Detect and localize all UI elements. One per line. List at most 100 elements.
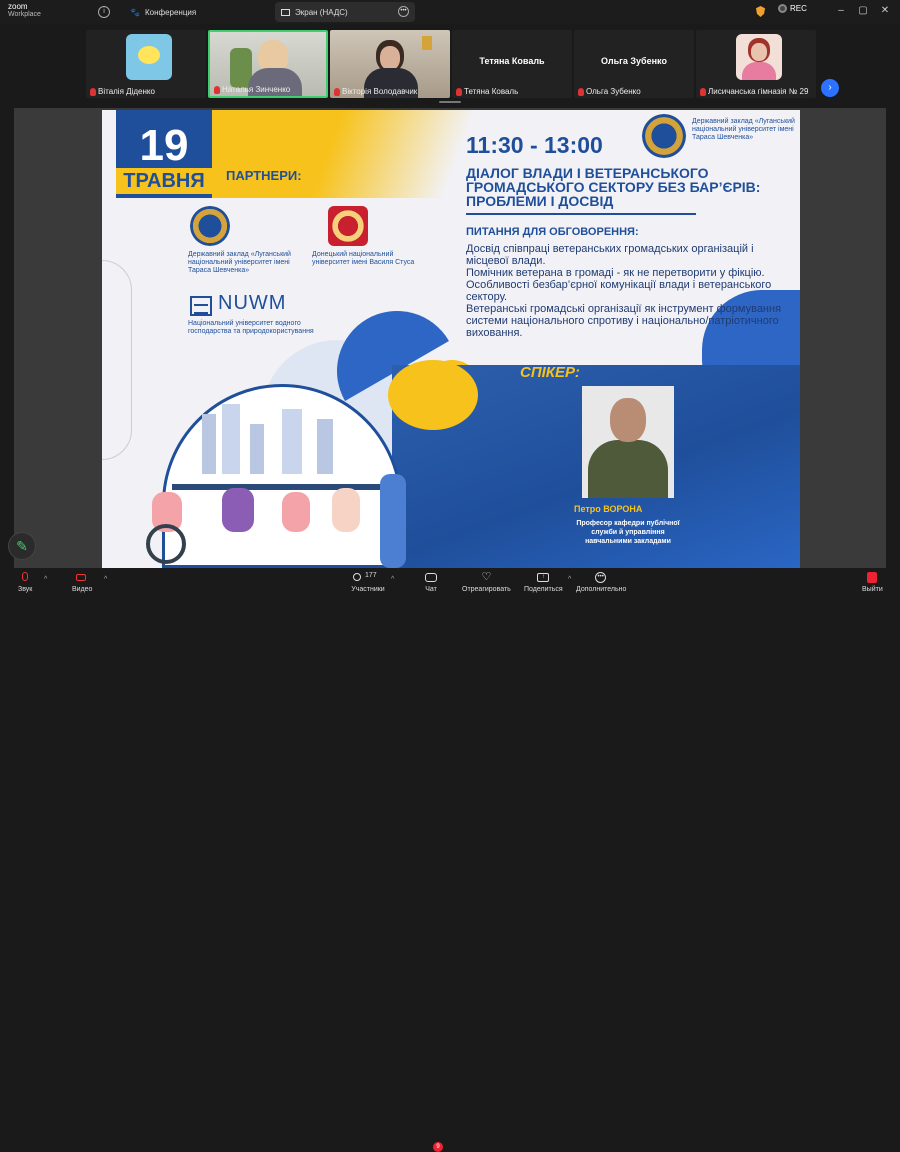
record-icon bbox=[778, 4, 787, 13]
share-chevron-icon[interactable]: ^ bbox=[568, 576, 571, 583]
tab-more-icon[interactable]: ••• bbox=[398, 6, 409, 17]
rec-label: REC bbox=[790, 4, 807, 13]
resize-handle[interactable] bbox=[439, 101, 461, 103]
participant-strip: Віталія Діденко Наталья Зинченко Вікторі… bbox=[0, 24, 900, 102]
heart-icon: ♡ bbox=[481, 571, 492, 583]
donetsk-university-logo bbox=[328, 206, 368, 246]
nuwm-logo-icon bbox=[190, 296, 212, 316]
date-month: ТРАВНЯ bbox=[116, 168, 212, 194]
luhansk-university-logo bbox=[190, 206, 230, 246]
mic-muted-icon bbox=[214, 85, 220, 94]
logo-text-workplace: Workplace bbox=[8, 11, 41, 18]
topic-item: Ветеранські громадські організації як ін… bbox=[466, 303, 782, 339]
share-screen-icon: ↑ bbox=[536, 572, 550, 584]
video-label: Видео bbox=[72, 586, 93, 593]
nuwm-logo-text: NUWM bbox=[218, 292, 287, 314]
date-day: 19 bbox=[139, 121, 189, 170]
avatar bbox=[736, 34, 782, 80]
meeting-info-icon[interactable]: i bbox=[98, 6, 110, 18]
audio-label: Звук bbox=[18, 586, 33, 593]
partner-2-name: Донецький національний університет імені… bbox=[312, 251, 415, 266]
title-underline bbox=[466, 213, 696, 215]
participant-name: Вікторія Володавчик bbox=[334, 87, 417, 96]
team-illustration bbox=[142, 384, 406, 568]
more-icon: ••• bbox=[594, 572, 608, 584]
participant-display-name: Тетяна Коваль bbox=[479, 56, 545, 66]
mic-muted-icon bbox=[90, 87, 96, 96]
participant-name: Ольга Зубенко bbox=[578, 87, 641, 96]
participant-tile[interactable]: Тетяна Коваль Тетяна Коваль bbox=[452, 30, 572, 98]
close-icon[interactable]: ✕ bbox=[878, 4, 892, 18]
mic-muted-icon bbox=[456, 87, 462, 96]
date-badge: 19 ТРАВНЯ bbox=[116, 110, 212, 198]
participant-tile[interactable]: Віталія Діденко bbox=[86, 30, 206, 98]
header-yellow-band bbox=[210, 110, 510, 198]
more-label: Дополнительно bbox=[576, 586, 627, 593]
audio-button[interactable]: Звук bbox=[18, 572, 32, 593]
video-options-chevron-icon[interactable]: ^ bbox=[104, 576, 107, 583]
tab-conference[interactable]: 🐾 Конференция bbox=[130, 3, 196, 21]
participants-label: Участники bbox=[351, 586, 385, 593]
participant-name: Наталья Зинченко bbox=[214, 85, 290, 94]
leave-label: Выйти bbox=[862, 586, 883, 593]
security-shield-icon[interactable] bbox=[756, 6, 765, 17]
participants-button[interactable]: 177 Участники bbox=[350, 572, 386, 593]
participant-tile[interactable]: Лисичанська гімназія № 29 bbox=[696, 30, 816, 98]
topic-item: Досвід співпраці ветеранських громадськи… bbox=[466, 243, 754, 267]
event-time: 11:30 - 13:00 bbox=[466, 132, 603, 158]
topic-item: Особливості безбар’єрної комунікації вла… bbox=[466, 279, 772, 303]
tab-screen-label: Экран (НАДС) bbox=[295, 7, 348, 17]
partner-3-name: Національний університет водного господа… bbox=[188, 320, 314, 335]
react-button[interactable]: ♡ Отреагировать bbox=[462, 571, 511, 594]
video-button[interactable]: Видео bbox=[72, 572, 92, 593]
participants-chevron-icon[interactable]: ^ bbox=[391, 576, 394, 583]
avatar bbox=[126, 34, 172, 80]
participant-name: Віталія Діденко bbox=[90, 87, 155, 96]
zoom-logo: zoom Workplace bbox=[8, 3, 41, 19]
share-button[interactable]: ↑ Поделиться bbox=[524, 572, 563, 593]
speaker-heading: СПІКЕР: bbox=[520, 364, 580, 381]
event-title: ДІАЛОГ ВЛАДИ І ВЕТЕРАНСЬКОГО ГРОМАДСЬКОГ… bbox=[466, 165, 761, 209]
chat-icon bbox=[424, 572, 438, 584]
mic-muted-icon bbox=[334, 87, 340, 96]
audio-options-chevron-icon[interactable]: ^ bbox=[44, 576, 47, 583]
recording-indicator[interactable]: REC bbox=[778, 4, 807, 13]
minimize-icon[interactable]: – bbox=[834, 4, 848, 18]
partners-title: ПАРТНЕРИ: bbox=[226, 168, 302, 183]
logo-text-zoom: zoom bbox=[8, 2, 28, 11]
header-org-name: Державний заклад «Луганський національни… bbox=[692, 118, 795, 141]
chat-button[interactable]: Чат bbox=[424, 572, 438, 593]
annotate-pen-button[interactable]: ✎ bbox=[8, 532, 36, 560]
tab-conference-label: Конференция bbox=[144, 7, 197, 17]
speaker-name: Петро ВОРОНА bbox=[574, 504, 643, 514]
paw-icon: 🐾 bbox=[130, 7, 140, 17]
maximize-icon[interactable]: ▢ bbox=[856, 4, 870, 18]
leave-button[interactable]: Выйти bbox=[862, 572, 883, 593]
decor-lines bbox=[102, 260, 132, 460]
mic-muted-icon bbox=[700, 87, 706, 96]
participant-tile-active[interactable]: Наталья Зинченко bbox=[208, 30, 328, 98]
more-button[interactable]: ••• Дополнительно bbox=[576, 572, 626, 593]
title-bar: zoom Workplace i 🐾 Конференция Экран (НА… bbox=[0, 0, 900, 24]
speaker-role: Професор кафедри публічної служби й упра… bbox=[576, 520, 680, 545]
partner-1-name: Державний заклад «Луганський національни… bbox=[188, 251, 291, 274]
screen-icon bbox=[281, 8, 290, 16]
meeting-toolbar: Звук ^ Видео ^ 177 Участники ^ Чат 9 ♡ О… bbox=[0, 570, 900, 1152]
mic-muted-icon bbox=[578, 87, 584, 96]
chat-label: Чат bbox=[425, 586, 437, 593]
topics-title: ПИТАННЯ ДЛЯ ОБГОВОРЕННЯ: bbox=[466, 226, 639, 238]
participants-icon: 177 bbox=[351, 572, 385, 584]
next-page-button[interactable]: › bbox=[821, 79, 839, 97]
participants-count: 177 bbox=[365, 572, 377, 579]
participant-tile[interactable]: Вікторія Володавчик bbox=[330, 30, 450, 98]
participant-name: Лисичанська гімназія № 29 bbox=[700, 87, 808, 96]
chat-unread-badge: 9 bbox=[433, 1142, 443, 1152]
participant-display-name: Ольга Зубенко bbox=[601, 56, 667, 66]
participant-tile[interactable]: Ольга Зубенко Ольга Зубенко bbox=[574, 30, 694, 98]
video-off-icon bbox=[75, 572, 89, 584]
tab-screen-share[interactable]: Экран (НАДС) ••• bbox=[275, 2, 415, 22]
shared-slide: 19 ТРАВНЯ ПАРТНЕРИ: Державний заклад «Лу… bbox=[102, 110, 800, 568]
participant-name: Тетяна Коваль bbox=[456, 87, 518, 96]
header-university-logo bbox=[642, 114, 686, 158]
react-label: Отреагировать bbox=[462, 586, 511, 593]
